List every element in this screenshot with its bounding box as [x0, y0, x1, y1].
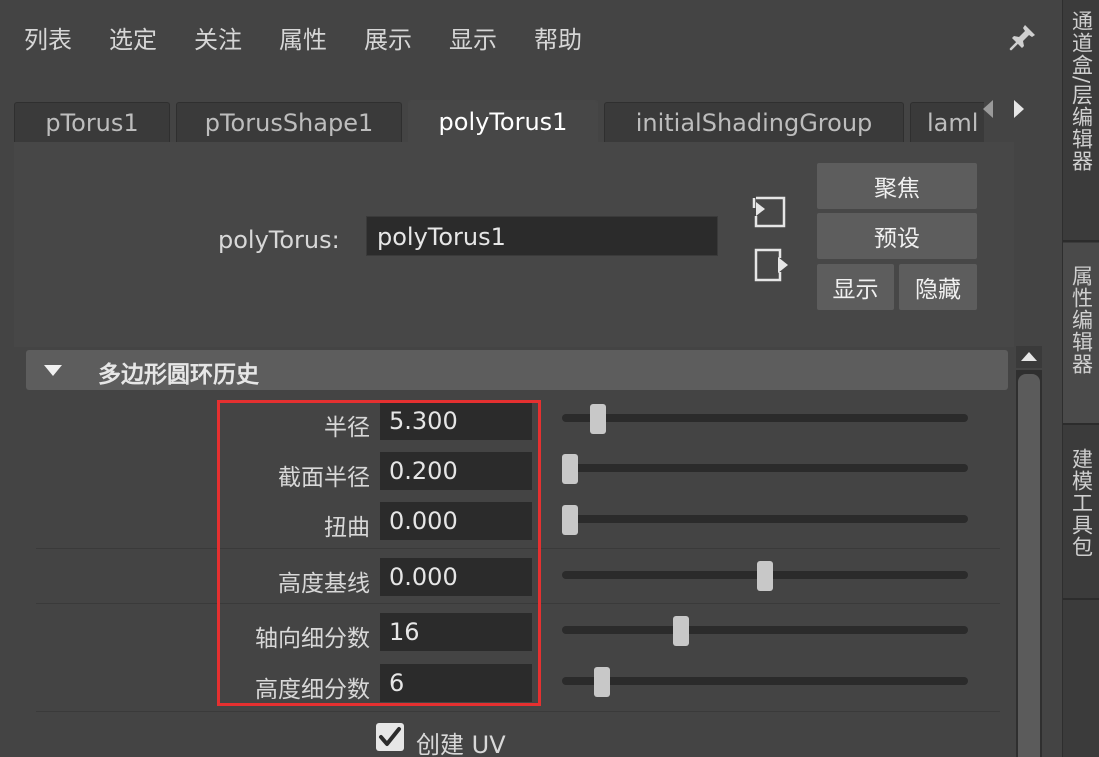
checkmark-icon: [379, 727, 401, 746]
subdivisions-axis-slider[interactable]: [562, 626, 968, 634]
tab-lambert[interactable]: laml: [910, 102, 984, 142]
dock-tab-modeling-toolkit[interactable]: 建模工具包: [1063, 426, 1099, 598]
collapse-arrow-icon[interactable]: [42, 362, 64, 378]
section-radius-slider[interactable]: [562, 464, 968, 472]
node-name-field[interactable]: polyTorus1: [366, 216, 718, 256]
tab-scroll-right-icon: [1014, 100, 1024, 118]
scroll-up-icon: [1021, 352, 1037, 361]
node-tabs: pTorus1 pTorusShape1 polyTorus1 initialS…: [14, 100, 984, 142]
menu-focus[interactable]: 关注: [194, 20, 242, 55]
tab-ptorus1[interactable]: pTorus1: [14, 102, 170, 142]
show-button[interactable]: 显示: [817, 264, 894, 310]
twist-slider[interactable]: [562, 515, 968, 523]
create-uv-label: 创建 UV: [416, 731, 506, 757]
focus-button[interactable]: 聚焦: [817, 163, 977, 209]
side-dock: 通道盒/层编辑器 属性编辑器 建模工具包: [1062, 0, 1099, 757]
input-connection-icon[interactable]: [750, 192, 788, 230]
scrollbar-thumb[interactable]: [1018, 374, 1040, 757]
create-uv-checkbox[interactable]: [376, 723, 404, 751]
subdivisions-height-slider-thumb[interactable]: [593, 667, 610, 697]
menu-bar: 列表 选定 关注 属性 展示 显示 帮助: [0, 0, 1062, 72]
menu-display[interactable]: 显示: [449, 20, 497, 55]
row-separator: [36, 711, 1000, 712]
hide-button[interactable]: 隐藏: [899, 264, 977, 310]
tab-ptorusshape1[interactable]: pTorusShape1: [176, 102, 402, 142]
scroll-up-button[interactable]: [1016, 346, 1042, 368]
height-baseline-slider-thumb[interactable]: [757, 561, 773, 591]
twist-slider-thumb[interactable]: [561, 505, 578, 535]
dock-tab-channel-box[interactable]: 通道盒/层编辑器: [1063, 10, 1099, 238]
menu-attributes[interactable]: 属性: [279, 20, 327, 55]
section-radius-slider-thumb[interactable]: [561, 454, 578, 484]
radius-slider[interactable]: [562, 414, 968, 422]
menu-list[interactable]: 列表: [24, 20, 72, 55]
menu-show[interactable]: 展示: [364, 20, 412, 55]
menu-help[interactable]: 帮助: [534, 20, 582, 55]
highlight-box: [217, 400, 541, 706]
radius-slider-thumb[interactable]: [589, 404, 606, 434]
dock-separator: [1063, 423, 1099, 425]
section-title: 多边形圆环历史: [98, 362, 259, 388]
tab-scroll-left-icon: [983, 100, 993, 118]
menu-select[interactable]: 选定: [109, 20, 157, 55]
subdivisions-axis-slider-thumb[interactable]: [673, 616, 690, 646]
tab-scroll-arrows[interactable]: [980, 96, 1040, 122]
subdivisions-height-slider[interactable]: [562, 677, 968, 685]
node-name-label: polyTorus:: [218, 226, 340, 254]
dock-separator: [1063, 240, 1099, 242]
output-connection-icon[interactable]: [752, 246, 790, 284]
dock-separator: [1063, 598, 1099, 600]
pin-icon[interactable]: [1008, 22, 1038, 52]
presets-button[interactable]: 预设: [817, 213, 977, 259]
tab-initialshadinggroup[interactable]: initialShadingGroup: [604, 102, 904, 142]
dock-tab-attribute-editor[interactable]: 属性编辑器: [1063, 243, 1099, 423]
tab-polytorus1[interactable]: polyTorus1: [408, 100, 598, 142]
